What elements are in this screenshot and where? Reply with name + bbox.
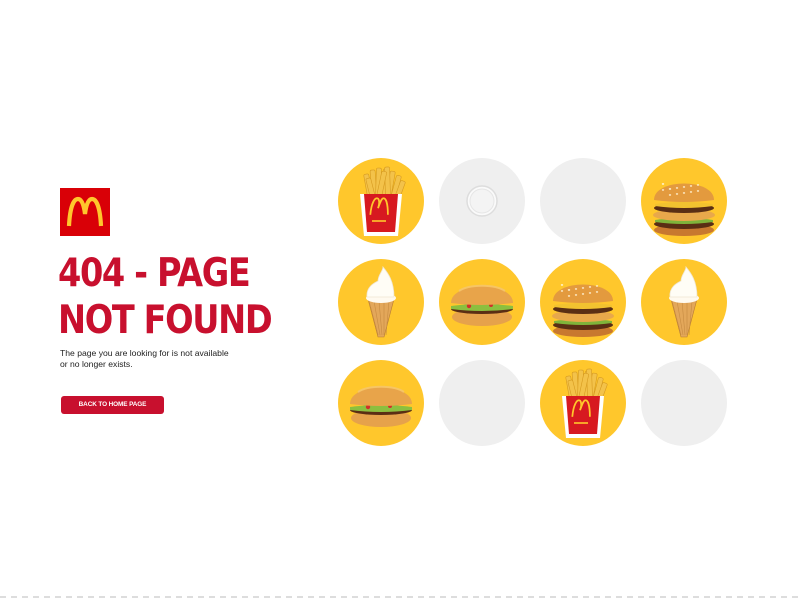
grid-tile-1[interactable] xyxy=(338,158,424,244)
big-mac-icon xyxy=(653,183,715,236)
grid-tile-7[interactable] xyxy=(540,259,626,345)
grid-tile-2[interactable] xyxy=(439,158,525,244)
grid-tile-12[interactable] xyxy=(641,360,727,446)
grid-tile-9[interactable] xyxy=(338,360,424,446)
ice-cream-cone-icon xyxy=(366,265,396,338)
grid-tile-6[interactable] xyxy=(439,259,525,345)
fries-icon xyxy=(360,166,406,236)
grid-tile-3[interactable] xyxy=(540,158,626,244)
food-memory-grid xyxy=(0,0,800,600)
hamburger-icon xyxy=(451,284,513,326)
grid-tile-4[interactable] xyxy=(641,158,727,244)
big-mac-icon xyxy=(552,284,614,337)
grid-tile-10[interactable] xyxy=(439,360,525,446)
fries-icon xyxy=(562,368,608,438)
grid-tile-11[interactable] xyxy=(540,360,626,446)
bottom-divider xyxy=(0,596,800,598)
grid-tile-8[interactable] xyxy=(641,259,727,345)
grid-tile-5[interactable] xyxy=(338,259,424,345)
loading-spinner-icon xyxy=(466,185,498,217)
hamburger-icon xyxy=(350,385,412,427)
ice-cream-cone-icon xyxy=(669,265,699,338)
